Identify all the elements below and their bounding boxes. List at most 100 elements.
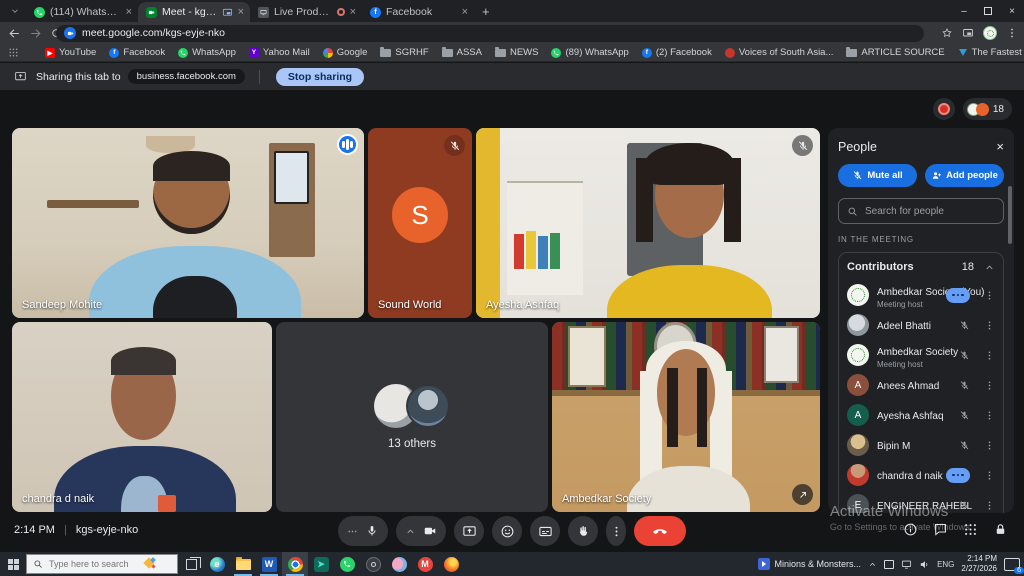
participant-menu-icon[interactable]	[984, 440, 995, 451]
raise-hand-button[interactable]	[568, 516, 598, 546]
participant-menu-icon[interactable]	[984, 350, 995, 361]
action-center-icon[interactable]: 6	[1004, 558, 1020, 571]
end-call-button[interactable]	[634, 516, 686, 546]
tab-close-icon[interactable]: ×	[126, 7, 132, 18]
hidden-icons-chevron[interactable]	[868, 560, 877, 569]
bookmark-youtube[interactable]: ▶YouTube	[45, 47, 96, 58]
taskbar-meta-business[interactable]	[386, 552, 412, 576]
tile-13-others[interactable]: 13 others	[276, 322, 548, 512]
participant-row[interactable]: A Anees Ahmad	[847, 370, 995, 400]
stop-sharing-button[interactable]: Stop sharing	[276, 68, 364, 86]
network-icon[interactable]	[901, 559, 912, 570]
participant-menu-icon[interactable]	[984, 290, 995, 301]
tab-live-producer[interactable]: Live Producer | Facebook ×	[250, 2, 362, 22]
bookmark-fastest-free[interactable]: The Fastest Free Pro...	[958, 47, 1024, 58]
participant-menu-icon[interactable]	[984, 470, 995, 481]
participant-row[interactable]: Ambedkar SocietyMeeting host	[847, 340, 995, 370]
panel-scrollbar[interactable]	[1008, 186, 1012, 244]
audio-options-pill[interactable]	[946, 468, 970, 483]
taskbar-gmail[interactable]: M	[412, 552, 438, 576]
participant-row[interactable]: Adeel Bhatti	[847, 310, 995, 340]
bookmark-yahoo-mail[interactable]: YYahoo Mail	[249, 47, 310, 58]
mic-options-icon[interactable]	[347, 526, 358, 537]
collapse-chevron-icon[interactable]	[984, 262, 995, 273]
add-people-button[interactable]: Add people	[925, 164, 1004, 187]
participant-menu-icon[interactable]	[984, 410, 995, 421]
activities-icon[interactable]	[963, 522, 978, 537]
panel-close-icon[interactable]: ×	[996, 139, 1004, 154]
taskbar-file-explorer[interactable]	[230, 552, 256, 576]
tile-open-icon[interactable]	[792, 484, 813, 505]
participant-row[interactable]: A Ayesha Ashfaq	[847, 400, 995, 430]
video-tile-chandra-d-naik[interactable]: chandra d naik	[12, 322, 272, 512]
mic-off-icon[interactable]	[959, 320, 970, 331]
tray-window-icon[interactable]	[884, 560, 894, 569]
volume-icon[interactable]	[919, 559, 930, 570]
tab-close-icon[interactable]: ×	[350, 7, 356, 18]
minimize-button[interactable]: –	[952, 0, 976, 22]
tab-close-icon[interactable]: ×	[238, 7, 244, 18]
new-tab-button[interactable]: +	[482, 4, 490, 19]
reactions-button[interactable]	[492, 516, 522, 546]
more-options-button[interactable]	[606, 516, 626, 546]
participant-row[interactable]: chandra d naik	[847, 460, 995, 490]
mic-off-icon[interactable]	[959, 380, 970, 391]
participant-count-pill[interactable]: 18	[963, 98, 1012, 120]
taskbar-word[interactable]: W	[256, 552, 282, 576]
taskbar-whatsapp[interactable]	[334, 552, 360, 576]
participant-menu-icon[interactable]	[984, 500, 995, 511]
bookmark-facebook[interactable]: fFacebook	[109, 47, 165, 58]
taskbar-edge[interactable]: e	[204, 552, 230, 576]
captions-button[interactable]	[530, 516, 560, 546]
language-indicator[interactable]: ENG	[937, 560, 954, 569]
people-search-field[interactable]	[838, 198, 1004, 224]
taskbar-firefox[interactable]	[438, 552, 464, 576]
participant-row[interactable]: Ambedkar Society (You)Meeting host	[847, 280, 995, 310]
close-button[interactable]: ×	[1000, 0, 1024, 22]
tab-meet-active[interactable]: Meet - kgs-eyje-nko ×	[138, 2, 250, 22]
video-tile-ayesha-ashfaq[interactable]: Ayesha Ashfaq	[476, 128, 820, 318]
video-tile-ambedkar-society[interactable]: Ambedkar Society	[552, 322, 820, 512]
tab-facebook[interactable]: f Facebook ×	[362, 2, 474, 22]
mic-off-icon[interactable]	[959, 500, 970, 511]
taskbar-chrome[interactable]	[282, 552, 308, 576]
forward-icon[interactable]	[29, 27, 42, 40]
chat-icon[interactable]	[933, 522, 948, 537]
taskbar-search[interactable]	[26, 554, 178, 574]
tab-close-icon[interactable]: ×	[462, 7, 468, 18]
tray-app-window[interactable]: Minions & Monsters...	[758, 558, 862, 570]
tab-whatsapp[interactable]: (114) WhatsApp ×	[26, 2, 138, 22]
bookmark-whatsapp-89[interactable]: (89) WhatsApp	[551, 47, 628, 58]
maximize-button[interactable]	[976, 0, 1000, 22]
present-screen-button[interactable]	[454, 516, 484, 546]
participant-row[interactable]: E ENGINEER RAHEEL	[847, 490, 995, 513]
taskbar-camera-app[interactable]	[360, 552, 386, 576]
start-button[interactable]	[0, 552, 26, 576]
people-search-input[interactable]	[865, 206, 995, 217]
taskbar-share-app[interactable]: ➤	[308, 552, 334, 576]
bookmark-folder-assa[interactable]: ASSA	[442, 47, 482, 58]
host-controls-lock-icon[interactable]	[993, 522, 1008, 537]
bookmark-folder-article-source[interactable]: ARTICLE SOURCE	[846, 47, 944, 58]
cast-icon[interactable]	[962, 27, 974, 39]
address-bar[interactable]: meet.google.com/kgs-eyje-nko	[56, 25, 924, 42]
video-tile-sandeep-mohite[interactable]: Sandeep Mohite	[12, 128, 364, 318]
participant-menu-icon[interactable]	[984, 320, 995, 331]
mic-button[interactable]	[338, 516, 388, 546]
taskbar-search-input[interactable]	[49, 559, 135, 569]
bookmark-folder-news[interactable]: NEWS	[495, 47, 539, 58]
tab-search-button[interactable]	[6, 2, 24, 20]
participant-menu-icon[interactable]	[984, 380, 995, 391]
bookmark-folder-sgrhf[interactable]: SGRHF	[380, 47, 428, 58]
mic-off-icon[interactable]	[959, 350, 970, 361]
participant-row[interactable]: Bipin M	[847, 430, 995, 460]
bookmark-voices[interactable]: Voices of South Asia...	[725, 47, 834, 58]
task-view-button[interactable]	[178, 552, 204, 576]
mic-off-icon[interactable]	[959, 410, 970, 421]
contributors-header[interactable]: Contributors 18	[847, 261, 995, 280]
taskbar-clock[interactable]: 2:14 PM 2/27/2026	[961, 554, 997, 574]
browser-menu-icon[interactable]	[1006, 27, 1018, 39]
bookmark-google[interactable]: Google	[323, 47, 368, 58]
mute-all-button[interactable]: Mute all	[838, 164, 917, 187]
meeting-details-icon[interactable]	[903, 522, 918, 537]
